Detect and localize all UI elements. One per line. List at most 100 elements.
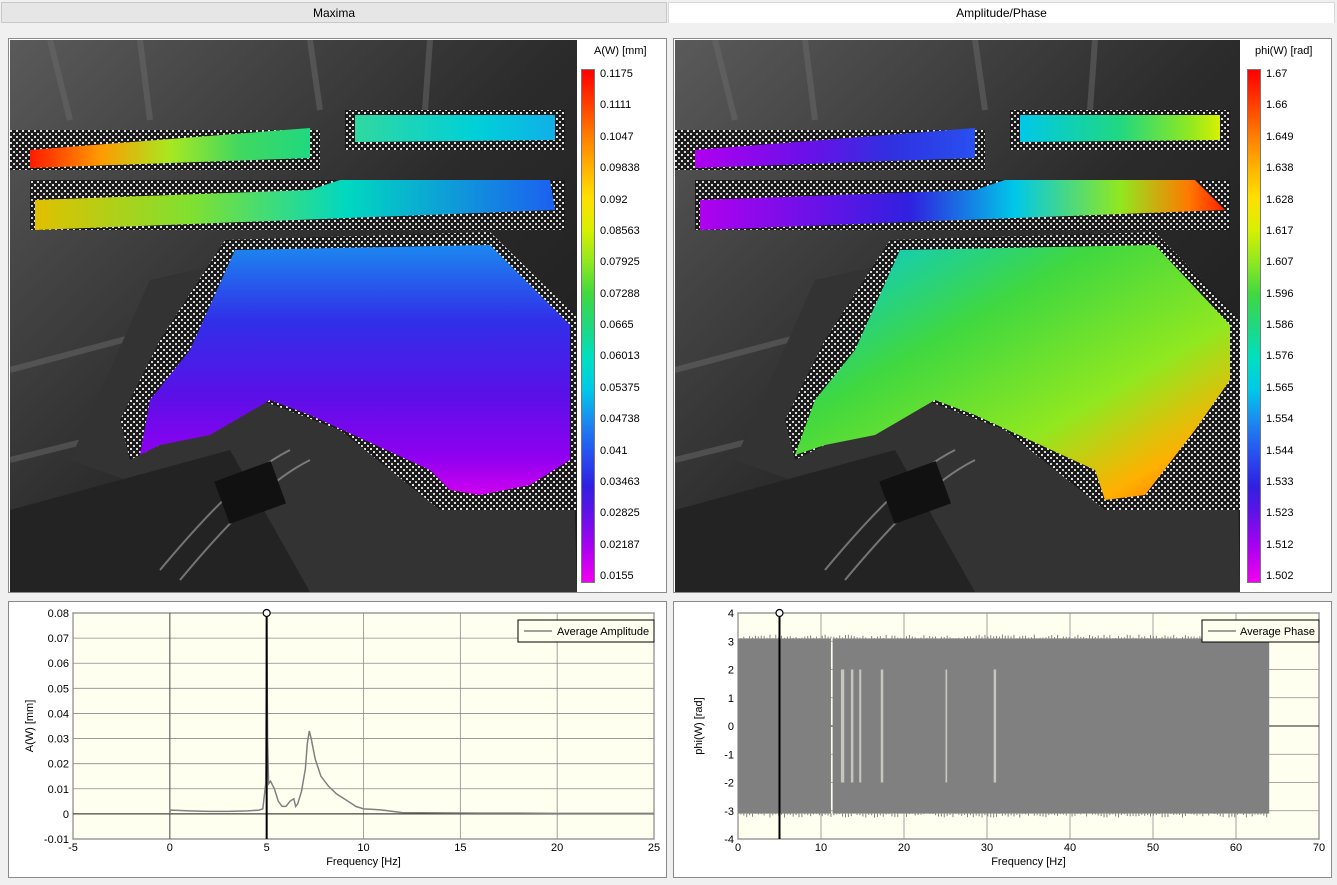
amplitude-map-panel: A(W) [mm] 0.1175 0.1111 0.1047 0.09838 0.092… bbox=[8, 38, 667, 593]
phase-map-view[interactable] bbox=[675, 40, 1240, 592]
x-axis-label: Frequency [Hz] bbox=[326, 856, 401, 868]
colorbar-tick-label: 1.66 bbox=[1266, 99, 1288, 112]
x-tick-label: 30 bbox=[981, 842, 993, 854]
colorbar-tick-label: 1.607 bbox=[1266, 256, 1294, 269]
phase-colorbar: phi(W) [rad] 1.67 1.66 1.649 1.638 1.628 1.61… bbox=[1241, 40, 1331, 592]
colorbar-tick-label: 1.502 bbox=[1266, 570, 1294, 582]
colorbar-tick-label: 1.628 bbox=[1266, 193, 1294, 206]
cursor-handle bbox=[262, 608, 271, 618]
phase-band-streak bbox=[945, 669, 948, 783]
y-tick-label: 0.06 bbox=[48, 658, 69, 670]
tab-amplitude-phase[interactable]: Amplitude/Phase bbox=[668, 2, 1335, 23]
cursor-handle bbox=[775, 608, 784, 618]
x-tick-label: 70 bbox=[1313, 842, 1325, 854]
y-tick-label: 4 bbox=[728, 608, 734, 620]
x-tick-label: 50 bbox=[1147, 842, 1159, 854]
y-tick-label: 0.07 bbox=[48, 633, 69, 645]
colorbar-tick-label: 0.0155 bbox=[600, 570, 634, 582]
y-tick-label: 0.04 bbox=[48, 708, 69, 720]
colorbar-tick-label: 1.554 bbox=[1266, 413, 1294, 426]
legend-label: Average Phase bbox=[1240, 626, 1315, 638]
phase-chart[interactable]: 0 10 20 30 40 50 60 70 -4 -3 -2 -1 0 1 2 3 4 Frequency [H… bbox=[674, 602, 1331, 877]
y-tick-label: -2 bbox=[724, 778, 734, 790]
colorbar-gradient bbox=[1247, 69, 1261, 583]
colorbar-tick-label: 1.586 bbox=[1266, 319, 1294, 331]
x-tick-label: -5 bbox=[68, 842, 78, 854]
colorbar-tick-label: 1.67 bbox=[1266, 68, 1288, 80]
colorbar-tick-label: 0.05375 bbox=[600, 381, 640, 394]
phase-plot-panel: 0 10 20 30 40 50 60 70 -4 -3 -2 -1 0 1 2 3 4 Frequency [H… bbox=[673, 601, 1332, 878]
x-tick-label: 20 bbox=[551, 842, 563, 854]
colorbar-title: phi(W) [rad] bbox=[1255, 45, 1313, 57]
colorbar-tick-label: 0.1111 bbox=[600, 99, 632, 112]
colorbar-tick-label: 0.07288 bbox=[600, 287, 640, 300]
x-tick-label: 10 bbox=[357, 842, 369, 854]
colorbar-tick-label: 0.04738 bbox=[600, 413, 640, 426]
colorbar-gradient bbox=[581, 69, 595, 583]
colorbar-tick-label: 1.523 bbox=[1266, 507, 1294, 520]
y-tick-label: 2 bbox=[728, 665, 734, 677]
y-tick-label: 0 bbox=[63, 809, 69, 821]
x-tick-label: 0 bbox=[167, 842, 173, 854]
colorbar-tick-label: 1.617 bbox=[1266, 224, 1294, 237]
y-axis-label: A(W) [mm] bbox=[24, 700, 36, 753]
phase-map-image bbox=[675, 40, 1240, 592]
legend-label: Average Amplitude bbox=[557, 626, 649, 638]
colorbar-tick-label: 1.544 bbox=[1266, 444, 1294, 457]
x-tick-label: 5 bbox=[264, 842, 270, 854]
x-tick-label: 10 bbox=[815, 842, 827, 854]
colorbar-tick-label: 0.08563 bbox=[600, 224, 640, 237]
x-tick-label: 60 bbox=[1230, 842, 1242, 854]
colorbar-tick-label: 0.0665 bbox=[600, 319, 634, 331]
phase-band-streak bbox=[859, 669, 862, 783]
phase-band-streak bbox=[840, 669, 845, 783]
phase-band-segment bbox=[738, 638, 831, 814]
y-tick-label: 0.08 bbox=[48, 608, 69, 620]
y-axis-label: phi(W) [rad] bbox=[693, 697, 705, 754]
y-tick-label: 0 bbox=[728, 721, 734, 733]
colorbar-tick-label: 0.1047 bbox=[600, 130, 634, 143]
colorbar-tick-label: 0.02825 bbox=[600, 507, 640, 520]
phase-band-streak bbox=[880, 669, 884, 783]
colorbar-tick-label: 0.092 bbox=[600, 193, 628, 206]
y-tick-label: 0.01 bbox=[48, 784, 69, 796]
colorbar-tick-label: 1.576 bbox=[1266, 350, 1294, 363]
amplitude-map-view[interactable] bbox=[10, 40, 577, 592]
colorbar-tick-label: 0.03463 bbox=[600, 475, 640, 488]
colorbar-tick-label: 1.638 bbox=[1266, 162, 1294, 175]
amplitude-map-image bbox=[10, 40, 577, 592]
amplitude-chart[interactable]: -5 0 5 10 15 20 25 -0.01 0 0.01 0.02 0.03 0.04 0.05 0.… bbox=[9, 602, 666, 877]
y-tick-label: -3 bbox=[724, 806, 734, 818]
colorbar-tick-label: 0.1175 bbox=[600, 68, 633, 80]
colorbar-tick-label: 0.041 bbox=[600, 444, 628, 457]
colorbar-tick-label: 0.07925 bbox=[600, 256, 640, 269]
series-band-average-phase bbox=[737, 634, 1270, 818]
y-tick-label: 0.03 bbox=[48, 734, 69, 746]
phase-band-segment bbox=[832, 638, 1270, 814]
y-tick-label: 1 bbox=[728, 693, 734, 705]
x-tick-label: 20 bbox=[898, 842, 910, 854]
colorbar-title: A(W) [mm] bbox=[594, 45, 647, 57]
colorbar-tick-label: 0.02187 bbox=[600, 538, 640, 551]
colorbar-tick-label: 1.596 bbox=[1266, 287, 1294, 300]
amplitude-colorbar: A(W) [mm] 0.1175 0.1111 0.1047 0.09838 0.092… bbox=[578, 40, 666, 592]
y-tick-label: 3 bbox=[728, 636, 734, 648]
x-tick-label: 15 bbox=[454, 842, 466, 854]
y-tick-label: 0.02 bbox=[48, 759, 69, 771]
phase-band-streak bbox=[850, 669, 854, 783]
colorbar-tick-label: 1.533 bbox=[1266, 475, 1294, 488]
y-tick-label: -4 bbox=[724, 834, 734, 846]
amplitude-plot-panel: -5 0 5 10 15 20 25 -0.01 0 0.01 0.02 0.03 0.04 0.05 0.… bbox=[8, 601, 667, 878]
colorbar-tick-label: 0.09838 bbox=[600, 162, 640, 175]
x-axis-label: Frequency [Hz] bbox=[991, 856, 1066, 868]
phase-map-panel: phi(W) [rad] 1.67 1.66 1.649 1.638 1.628 1.61… bbox=[673, 38, 1332, 593]
colorbar-tick-label: 1.565 bbox=[1266, 381, 1294, 394]
x-tick-label: 25 bbox=[648, 842, 660, 854]
y-tick-label: -0.01 bbox=[44, 834, 69, 846]
colorbar-tick-label: 1.649 bbox=[1266, 130, 1294, 143]
colorbar-tick-label: 0.06013 bbox=[600, 350, 640, 363]
x-tick-label: 40 bbox=[1064, 842, 1076, 854]
y-tick-label: 0.05 bbox=[48, 683, 69, 695]
tab-maxima[interactable]: Maxima bbox=[1, 2, 667, 23]
phase-band-streak bbox=[993, 669, 997, 783]
